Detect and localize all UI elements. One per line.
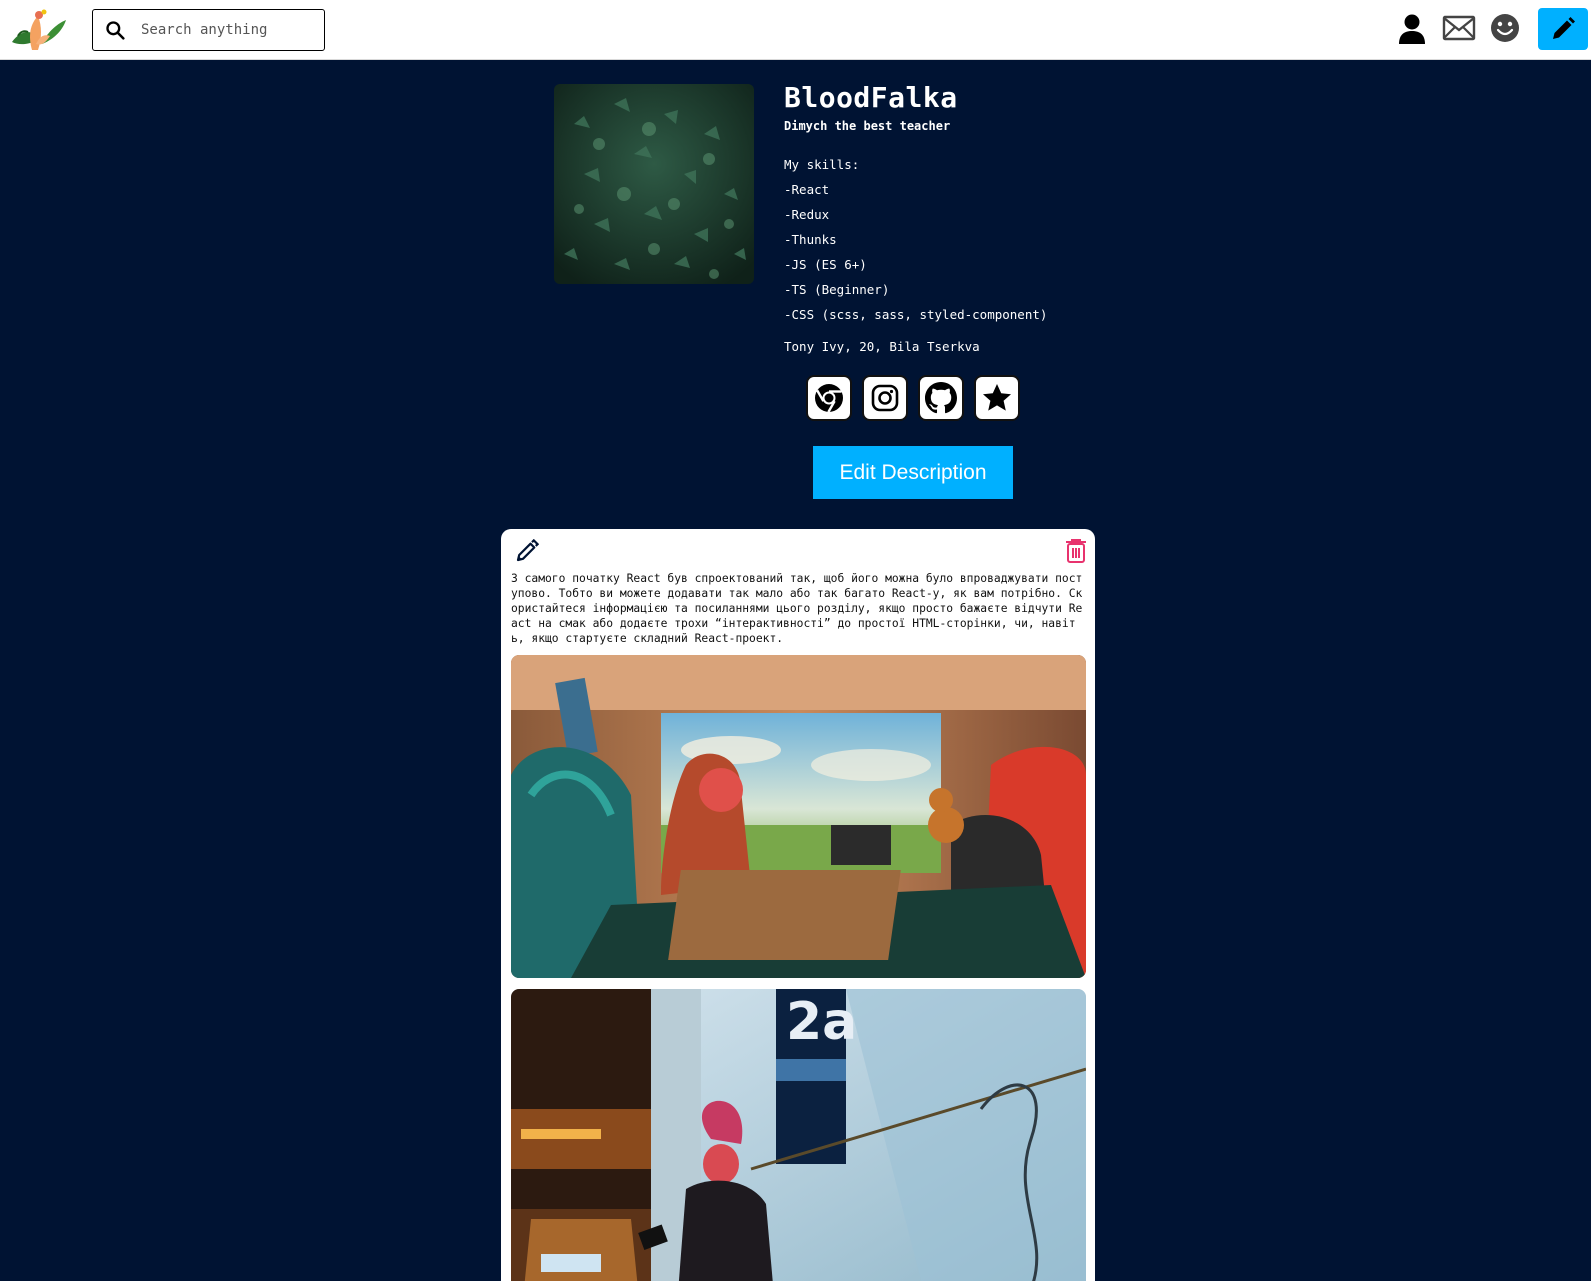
skill-item: -CSS (scss, sass, styled-component) <box>784 307 1048 322</box>
post-text: З самого початку React був спроектований… <box>511 572 1083 645</box>
profile-status: Dimych the best teacher <box>784 119 951 133</box>
chrome-link[interactable] <box>806 375 852 421</box>
pencil-icon <box>516 538 540 562</box>
top-bar <box>0 0 1591 60</box>
star-link[interactable] <box>974 375 1020 421</box>
profile-avatar <box>554 84 754 284</box>
github-icon <box>925 382 957 414</box>
social-links <box>806 375 1020 421</box>
profile-about: Tony Ivy, 20, Bila Tserkva <box>784 339 980 354</box>
skills-heading: My skills: <box>784 157 860 172</box>
create-post-button[interactable] <box>1538 8 1588 50</box>
logo-icon[interactable] <box>8 6 70 52</box>
post-image <box>511 655 1086 978</box>
instagram-link[interactable] <box>862 375 908 421</box>
skill-item: -TS (Beginner) <box>784 282 890 297</box>
skill-item: -JS (ES 6+) <box>784 257 867 272</box>
trash-icon <box>1066 539 1086 563</box>
svg-text:2a: 2a <box>786 992 857 1052</box>
skill-item: -React <box>784 182 830 197</box>
star-icon <box>983 384 1011 411</box>
pencil-icon <box>1553 17 1575 39</box>
post-image: 2a <box>511 989 1086 1281</box>
skill-item: -Thunks <box>784 232 837 247</box>
delete-post-button[interactable] <box>1065 539 1087 563</box>
profile-icon[interactable] <box>1398 13 1430 45</box>
mail-icon[interactable] <box>1442 13 1476 45</box>
github-link[interactable] <box>918 375 964 421</box>
chrome-icon <box>815 384 843 413</box>
edit-description-button[interactable]: Edit Description <box>813 446 1013 499</box>
instagram-icon <box>871 384 899 412</box>
search-icon <box>106 21 125 40</box>
skills-list: My skills: -React -Redux -Thunks -JS (ES… <box>784 152 1084 327</box>
post-card: З самого початку React був спроектований… <box>501 529 1095 1281</box>
search-box <box>92 9 325 51</box>
smile-icon[interactable] <box>1490 13 1522 45</box>
skill-item: -Redux <box>784 207 830 222</box>
edit-post-button[interactable] <box>515 538 540 563</box>
search-input[interactable] <box>141 19 316 41</box>
profile-info: BloodFalka Dimych the best teacher My sk… <box>784 80 1084 355</box>
profile-name: BloodFalka <box>784 81 958 114</box>
